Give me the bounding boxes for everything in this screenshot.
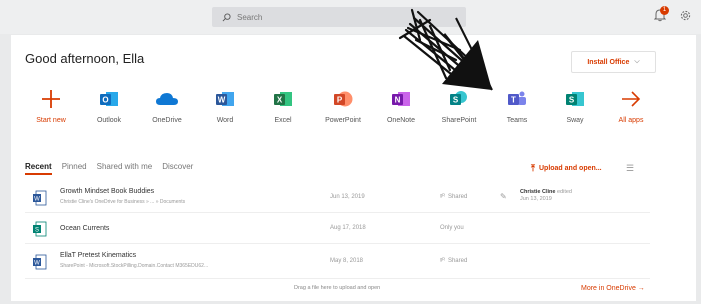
activity-action: edited: [556, 189, 572, 195]
onenote-icon: N: [392, 92, 410, 106]
greeting-heading: Good afternoon, Ella: [25, 51, 145, 66]
notifications-button[interactable]: 1: [653, 6, 669, 24]
outlook-icon: O: [100, 92, 118, 106]
tab-shared-with-me[interactable]: Shared with me: [97, 162, 153, 175]
pencil-icon: ✎: [500, 192, 507, 201]
notification-badge: 1: [660, 6, 669, 15]
browser-frame: Search 1 Good afternoon, Ella Install Of…: [0, 0, 701, 304]
app-outlook[interactable]: O Outlook: [79, 87, 139, 124]
file-row[interactable]: S Ocean Currents Aug 17, 2018 Only you: [25, 214, 650, 244]
file-name[interactable]: Growth Mindset Book Buddies: [60, 188, 154, 195]
tab-recent[interactable]: Recent: [25, 162, 52, 175]
app-label: Sway: [566, 117, 584, 124]
file-row[interactable]: W Growth Mindset Book Buddies Christie C…: [25, 183, 650, 213]
file-date: Aug 17, 2018: [330, 225, 366, 231]
svg-text:X: X: [277, 96, 283, 105]
app-label: Word: [216, 117, 234, 124]
file-date: May 8, 2018: [330, 258, 364, 264]
app-label: Start new: [36, 117, 66, 124]
sway-file-icon: S: [33, 221, 47, 237]
app-word[interactable]: W Word: [195, 87, 255, 124]
word-file-icon: W: [33, 190, 47, 206]
upload-and-open-button[interactable]: ⤒ Upload and open...: [531, 163, 602, 174]
onedrive-icon: [156, 93, 178, 105]
word-file-icon: W: [33, 254, 47, 270]
arrow-right-icon: [622, 91, 641, 107]
app-launcher-row: Start new O Outlook OneDrive W Word X Ex…: [21, 87, 661, 127]
sharepoint-icon: S: [450, 91, 467, 105]
app-onenote[interactable]: N OneNote: [371, 87, 431, 124]
file-location: Christie Cline's OneDrive for Business »…: [60, 199, 186, 205]
tab-discover[interactable]: Discover: [162, 162, 193, 175]
file-sharing: ᵍᴿ Shared: [440, 194, 467, 200]
file-location: SharePoint - Microsoft.StockPilling.Doma…: [60, 263, 209, 269]
plus-icon: [42, 90, 60, 108]
file-sharing: Only you: [440, 225, 464, 231]
top-bar: Search 1: [0, 0, 701, 34]
svg-text:T: T: [511, 96, 516, 105]
word-icon: W: [216, 92, 234, 106]
app-label: Excel: [274, 117, 292, 124]
sharing-label: Only you: [440, 225, 464, 231]
office-home: Good afternoon, Ella Install Office ⌵ St…: [11, 35, 696, 301]
app-label: All apps: [618, 117, 644, 124]
search-box[interactable]: Search: [212, 7, 466, 27]
app-label: PowerPoint: [325, 117, 361, 124]
svg-text:S: S: [453, 96, 459, 105]
sway-icon: S: [566, 92, 584, 106]
svg-text:W: W: [218, 96, 226, 105]
file-row[interactable]: W EllaT Pretest Kinematics SharePoint - …: [25, 245, 650, 279]
app-start-new[interactable]: Start new: [21, 87, 81, 124]
install-office-button[interactable]: Install Office ⌵: [571, 51, 656, 73]
app-powerpoint[interactable]: P PowerPoint: [313, 87, 373, 124]
people-icon: ᵍᴿ: [440, 258, 445, 264]
sort-menu-icon[interactable]: ☰: [626, 163, 634, 174]
svg-text:O: O: [102, 96, 108, 105]
app-label: OneNote: [386, 117, 416, 124]
app-sharepoint[interactable]: S SharePoint: [429, 87, 489, 124]
sharing-label: Shared: [447, 258, 468, 264]
more-in-onedrive-link[interactable]: More in OneDrive →: [581, 285, 645, 292]
app-label: Outlook: [96, 117, 122, 124]
chevron-down-icon: ⌵: [634, 58, 640, 65]
gear-icon[interactable]: [680, 10, 691, 21]
app-onedrive[interactable]: OneDrive: [137, 87, 197, 124]
app-label: OneDrive: [152, 117, 182, 124]
teams-icon: T: [508, 91, 526, 105]
app-label: SharePoint: [441, 117, 477, 124]
tab-pinned[interactable]: Pinned: [62, 162, 87, 175]
upload-label: Upload and open...: [538, 165, 602, 172]
drop-zone-hint: Drag a file here to upload and open: [294, 285, 381, 291]
app-all-apps[interactable]: All apps: [601, 87, 661, 124]
svg-text:W: W: [34, 261, 40, 267]
search-icon: [222, 12, 231, 21]
svg-text:N: N: [395, 96, 401, 105]
app-label: Teams: [506, 117, 528, 124]
file-name[interactable]: Ocean Currents: [60, 225, 109, 232]
activity-date: Jun 13, 2019: [520, 196, 552, 202]
svg-text:S: S: [569, 96, 575, 105]
install-office-label: Install Office: [587, 58, 630, 66]
excel-icon: X: [274, 92, 292, 106]
powerpoint-icon: P: [334, 91, 353, 107]
people-icon: ᵍᴿ: [440, 194, 445, 200]
svg-text:S: S: [35, 228, 39, 234]
file-sharing: ᵍᴿ Shared: [440, 258, 467, 264]
file-name[interactable]: EllaT Pretest Kinematics: [60, 252, 136, 259]
file-date: Jun 13, 2019: [330, 194, 365, 200]
file-tabs: Recent Pinned Shared with me Discover: [25, 162, 193, 175]
svg-text:W: W: [34, 197, 40, 203]
app-teams[interactable]: T Teams: [487, 87, 547, 124]
app-sway[interactable]: S Sway: [545, 87, 605, 124]
sharing-label: Shared: [447, 194, 468, 200]
svg-text:P: P: [337, 96, 343, 105]
upload-icon: ⤒: [531, 163, 535, 173]
app-excel[interactable]: X Excel: [253, 87, 313, 124]
file-activity: Christie Cline edited Jun 13, 2019: [520, 189, 572, 202]
search-placeholder: Search: [237, 12, 263, 22]
activity-user: Christie Cline: [520, 189, 556, 195]
